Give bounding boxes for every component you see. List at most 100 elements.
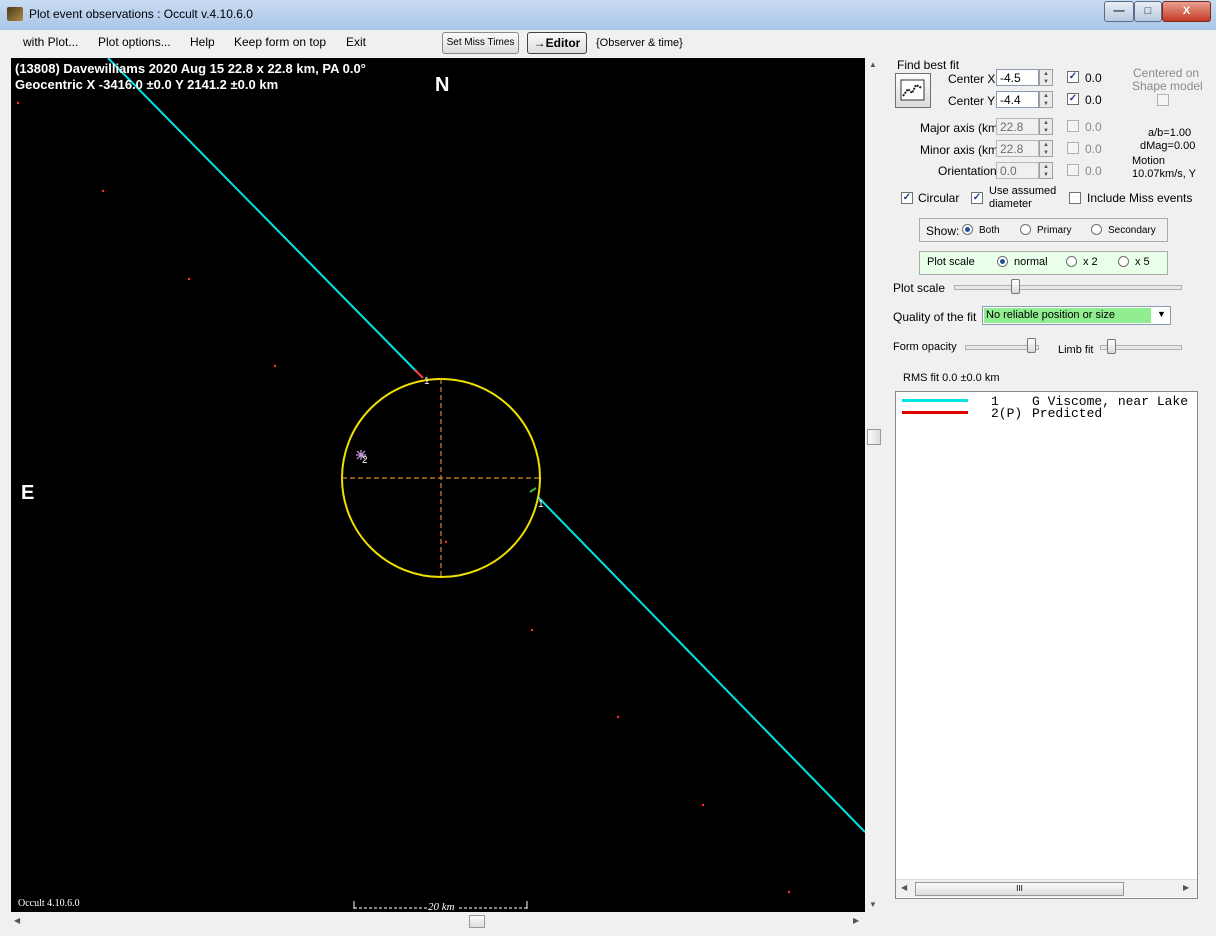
- legend-scroll-right-icon[interactable]: ▶: [1183, 883, 1189, 892]
- legend-hscroll-thumb[interactable]: III: [915, 882, 1124, 896]
- dmag-value: dMag=0.00: [1140, 140, 1196, 152]
- scale-x2-label: x 2: [1083, 256, 1098, 268]
- scale-x5-label: x 5: [1135, 256, 1150, 268]
- scale-normal-radio[interactable]: [997, 256, 1008, 267]
- plot-scale-slider[interactable]: [954, 285, 1182, 290]
- plot-vertical-scrollbar[interactable]: ▲ ▼: [866, 58, 883, 912]
- major-axis-error: 0.0: [1085, 120, 1102, 134]
- major-axis-spinner[interactable]: ▲ ▼: [1039, 118, 1053, 135]
- close-button[interactable]: X: [1162, 1, 1211, 22]
- hscroll-thumb[interactable]: [469, 915, 485, 928]
- observer-time-label: {Observer & time}: [596, 37, 683, 49]
- major-axis-label: Major axis (km): [920, 121, 1003, 135]
- chord-label-1-start: 1: [424, 376, 430, 387]
- maximize-button[interactable]: □: [1134, 1, 1162, 22]
- editor-button[interactable]: →Editor: [527, 32, 587, 54]
- include-miss-events-label: Include Miss events: [1087, 191, 1193, 205]
- legend-line-1: [902, 399, 968, 402]
- menu-with-plot[interactable]: with Plot...: [23, 35, 78, 49]
- orientation-label: Orientation: [938, 164, 997, 178]
- plot-horizontal-scrollbar[interactable]: ◀ ▶: [11, 913, 865, 930]
- scale-label: 20 km: [428, 901, 455, 912]
- window-title: Plot event observations : Occult v.4.10.…: [29, 7, 253, 21]
- major-axis-fit-checkbox[interactable]: [1067, 120, 1079, 132]
- limb-fit-label: Limb fit: [1058, 344, 1094, 356]
- center-y-fit-checkbox[interactable]: ✓: [1067, 93, 1079, 105]
- show-secondary-radio[interactable]: [1091, 224, 1102, 235]
- scale-x2-radio[interactable]: [1066, 256, 1077, 267]
- show-primary-label: Primary: [1037, 225, 1072, 236]
- shape-model-checkbox[interactable]: [1157, 94, 1169, 106]
- quality-value: No reliable position or size: [984, 308, 1151, 323]
- scale-x5-radio[interactable]: [1118, 256, 1129, 267]
- scroll-left-icon[interactable]: ◀: [14, 916, 20, 925]
- form-opacity-label: Form opacity: [893, 341, 957, 353]
- orientation-spinner[interactable]: ▲ ▼: [1039, 162, 1053, 179]
- motion-value: 10.07km/s, Y: [1132, 168, 1196, 180]
- minor-axis-error: 0.0: [1085, 142, 1102, 156]
- plot-scale-slider-thumb[interactable]: [1011, 279, 1020, 294]
- center-x-label: Center X: [948, 72, 996, 86]
- predicted-label-2: 2: [362, 455, 368, 466]
- motion-label: Motion: [1132, 155, 1166, 167]
- show-both-label: Both: [979, 225, 1000, 236]
- plot-canvas[interactable]: (13808) Davewilliams 2020 Aug 15 22.8 x …: [11, 58, 865, 912]
- set-miss-times-button[interactable]: Set Miss Times: [442, 32, 519, 54]
- center-y-label: Center Y: [948, 94, 996, 108]
- plot-graphics: [16, 58, 865, 909]
- limb-fit-slider-thumb[interactable]: [1107, 339, 1116, 354]
- show-both-radio[interactable]: [962, 224, 973, 235]
- minor-axis-spinner[interactable]: ▲ ▼: [1039, 140, 1053, 157]
- legend-horizontal-scrollbar[interactable]: ◀ III ▶: [896, 879, 1197, 897]
- minor-axis-input[interactable]: 22.8: [996, 140, 1039, 157]
- diameter-label: diameter: [989, 198, 1032, 210]
- center-y-error: 0.0: [1085, 93, 1102, 107]
- menu-help[interactable]: Help: [190, 35, 215, 49]
- use-assumed-label: Use assumed: [989, 185, 1057, 197]
- find-best-fit-button[interactable]: [895, 73, 931, 108]
- orientation-input[interactable]: 0.0: [996, 162, 1039, 179]
- quality-dropdown[interactable]: No reliable position or size ▼: [982, 306, 1171, 325]
- show-primary-radio[interactable]: [1020, 224, 1031, 235]
- circular-checkbox[interactable]: ✓: [901, 192, 913, 204]
- minimize-button[interactable]: —: [1104, 1, 1134, 22]
- centered-on-label: Centered on: [1133, 66, 1200, 80]
- reappear-marker: [529, 487, 537, 493]
- legend-line-2: [902, 411, 968, 414]
- plot-header-line2: Geocentric X -3416.0 ±0.0 Y 2141.2 ±0.0 …: [15, 77, 279, 92]
- scroll-up-icon[interactable]: ▲: [869, 60, 877, 69]
- scroll-down-icon[interactable]: ▼: [869, 900, 877, 909]
- orientation-fit-checkbox[interactable]: [1067, 164, 1079, 176]
- rms-fit-label: RMS fit 0.0 ±0.0 km: [903, 372, 1000, 384]
- center-x-fit-checkbox[interactable]: ✓: [1067, 71, 1079, 83]
- background-dots: [16, 101, 791, 894]
- center-y-spinner[interactable]: ▲ ▼: [1039, 91, 1053, 108]
- use-assumed-diameter-checkbox[interactable]: ✓: [971, 192, 983, 204]
- include-miss-events-checkbox[interactable]: [1069, 192, 1081, 204]
- scale-normal-label: normal: [1014, 256, 1048, 268]
- circular-label: Circular: [918, 191, 960, 205]
- menu-keep-form-on-top[interactable]: Keep form on top: [234, 35, 326, 49]
- chart-fit-icon: [900, 79, 925, 101]
- ab-ratio: a/b=1.00: [1148, 127, 1192, 139]
- menu-exit[interactable]: Exit: [346, 35, 366, 49]
- form-opacity-slider-thumb[interactable]: [1027, 338, 1036, 353]
- dropdown-arrow-icon: ▼: [1157, 309, 1166, 319]
- plot-header-line1: (13808) Davewilliams 2020 Aug 15 22.8 x …: [15, 61, 366, 76]
- minor-axis-fit-checkbox[interactable]: [1067, 142, 1079, 154]
- center-x-spinner[interactable]: ▲ ▼: [1039, 69, 1053, 86]
- legend-scroll-left-icon[interactable]: ◀: [901, 883, 907, 892]
- legend-name-2: Predicted: [1032, 406, 1103, 421]
- menu-plot-options[interactable]: Plot options...: [98, 35, 171, 49]
- center-y-input[interactable]: -4.4: [996, 91, 1039, 108]
- show-label: Show:: [926, 224, 960, 238]
- scroll-right-icon[interactable]: ▶: [853, 916, 859, 925]
- major-axis-input[interactable]: 22.8: [996, 118, 1039, 135]
- center-x-input[interactable]: -4.5: [996, 69, 1039, 86]
- chord-line-lower: [537, 496, 865, 833]
- shape-model-label: Shape model: [1132, 79, 1203, 93]
- north-label: N: [435, 74, 450, 96]
- vscroll-thumb[interactable]: [867, 429, 881, 445]
- observer-legend-list[interactable]: 1 G Viscome, near Lake 2(P) Predicted ◀ …: [895, 391, 1198, 899]
- quality-label: Quality of the fit: [893, 310, 977, 324]
